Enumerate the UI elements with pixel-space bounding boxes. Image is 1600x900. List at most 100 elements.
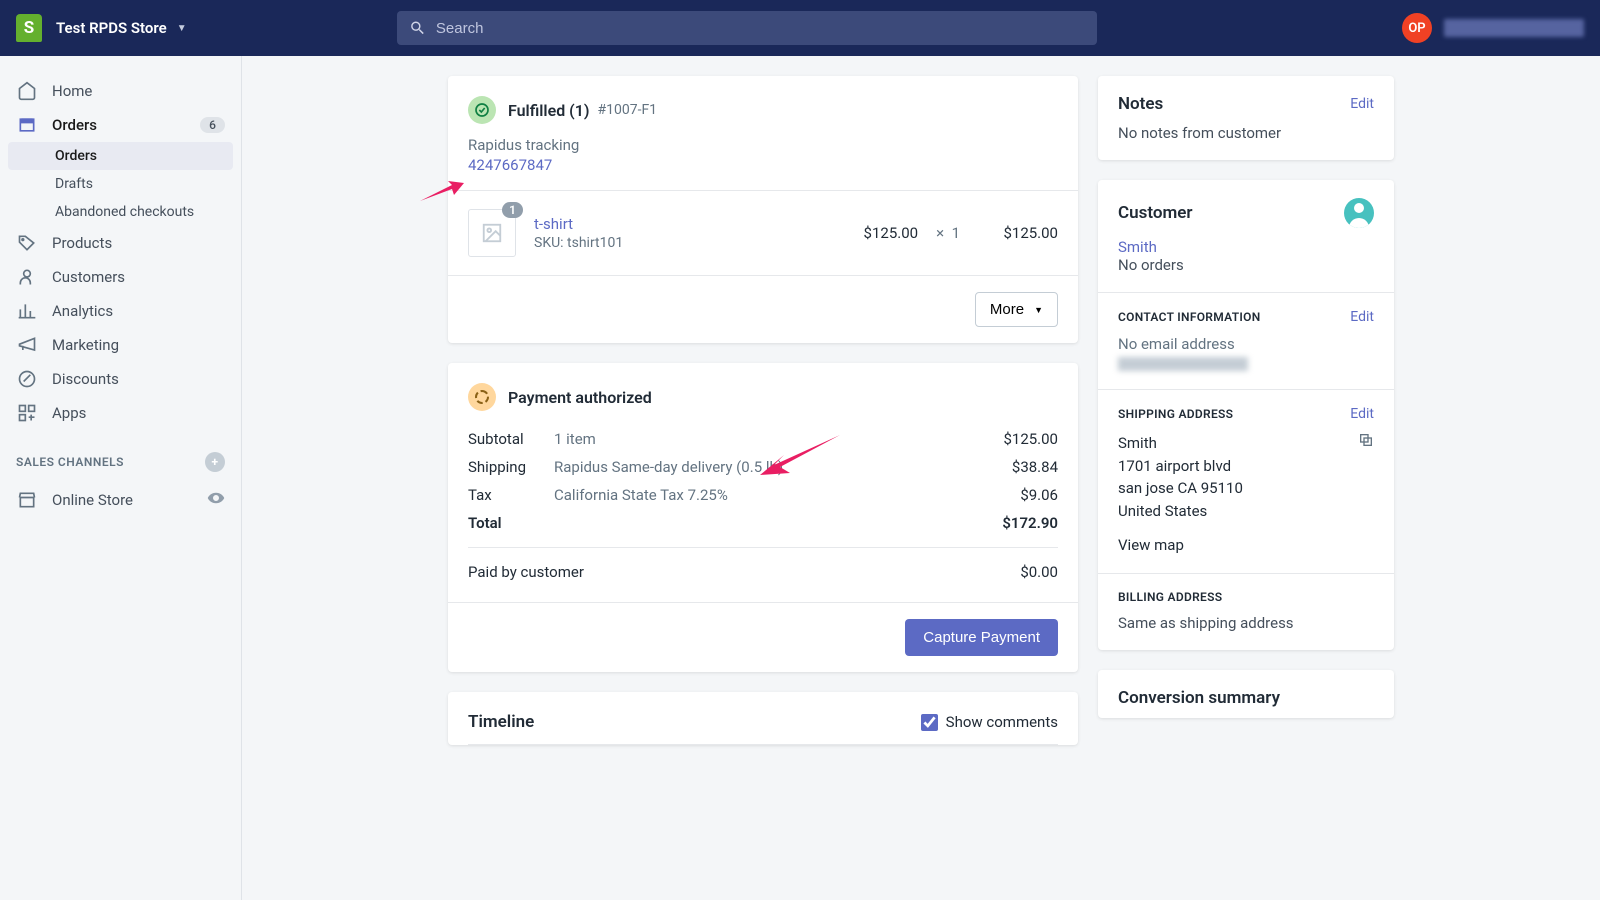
show-comments-checkbox[interactable] xyxy=(921,714,938,731)
tax-detail: California State Tax 7.25% xyxy=(554,486,968,504)
nav-orders-label: Orders xyxy=(52,116,97,134)
tag-icon xyxy=(16,233,38,253)
sales-channels-label: SALES CHANNELS xyxy=(16,455,124,469)
item-quantity: 1 xyxy=(952,224,960,242)
customer-card: Customer Smith No orders CONTACT INFORMA… xyxy=(1098,180,1394,650)
notes-card: Notes Edit No notes from customer xyxy=(1098,76,1394,160)
nav-apps[interactable]: Apps xyxy=(0,396,241,430)
chevron-down-icon: ▼ xyxy=(1034,305,1043,315)
product-thumbnail: 1 xyxy=(468,209,516,257)
store-selector[interactable]: Test RPDS Store ▼ xyxy=(56,19,187,37)
timeline-title: Timeline xyxy=(468,712,534,732)
payment-pending-icon xyxy=(468,383,496,411)
item-qty-badge: 1 xyxy=(502,202,523,218)
payment-title: Payment authorized xyxy=(508,388,652,407)
search-icon xyxy=(409,19,426,37)
tracking-number-link[interactable]: 4247667847 xyxy=(448,154,1078,190)
nav-analytics[interactable]: Analytics xyxy=(0,294,241,328)
line-item: 1 t-shirt SKU: tshirt101 $125.00 × 1 $12… xyxy=(448,190,1078,275)
orders-count-badge: 6 xyxy=(200,117,225,133)
nav-customers-label: Customers xyxy=(52,268,125,286)
ship-addr-country: United States xyxy=(1118,500,1374,523)
nav-discounts-label: Discounts xyxy=(52,370,119,388)
item-line-total: $125.00 xyxy=(978,224,1058,242)
view-map-link[interactable]: View map xyxy=(1118,534,1374,557)
edit-contact-link[interactable]: Edit xyxy=(1350,309,1374,325)
paid-label: Paid by customer xyxy=(468,563,584,581)
nav-orders[interactable]: Orders 6 xyxy=(0,108,241,142)
nav-online-store-label: Online Store xyxy=(52,491,133,509)
orders-icon xyxy=(16,115,38,135)
no-email-text: No email address xyxy=(1118,335,1374,353)
subtotal-label: Subtotal xyxy=(468,430,554,448)
fulfillment-title: Fulfilled (1) xyxy=(508,101,589,120)
billing-same-text: Same as shipping address xyxy=(1098,614,1394,650)
edit-shipping-link[interactable]: Edit xyxy=(1350,406,1374,422)
notes-title: Notes xyxy=(1118,94,1163,114)
fulfilled-status-icon xyxy=(468,96,496,124)
timeline-card: Timeline Show comments xyxy=(448,692,1078,745)
ship-addr-street: 1701 airport blvd xyxy=(1118,455,1374,478)
edit-notes-link[interactable]: Edit xyxy=(1350,96,1374,112)
store-icon xyxy=(16,490,38,510)
nav-discounts[interactable]: Discounts xyxy=(0,362,241,396)
add-channel-button[interactable]: + xyxy=(205,452,225,472)
store-name: Test RPDS Store xyxy=(56,19,167,37)
copy-address-icon[interactable] xyxy=(1358,432,1374,455)
customer-avatar-icon xyxy=(1344,198,1374,228)
shipping-label: Shipping xyxy=(468,458,554,476)
tax-amount: $9.06 xyxy=(968,486,1058,504)
nav-home-label: Home xyxy=(52,82,92,100)
contact-info-label: CONTACT INFORMATION xyxy=(1118,310,1261,324)
payment-card: Payment authorized Subtotal 1 item $125.… xyxy=(448,363,1078,672)
nav-online-store[interactable]: Online Store xyxy=(0,482,241,518)
conversion-title: Conversion summary xyxy=(1118,688,1280,708)
nav-customers[interactable]: Customers xyxy=(0,260,241,294)
subnav-orders[interactable]: Orders xyxy=(8,142,233,170)
subnav-abandoned[interactable]: Abandoned checkouts xyxy=(0,198,241,226)
view-store-icon[interactable] xyxy=(207,489,225,511)
customer-title: Customer xyxy=(1118,203,1193,223)
tax-label: Tax xyxy=(468,486,554,504)
paid-amount: $0.00 xyxy=(968,563,1058,581)
search-bar[interactable] xyxy=(397,11,1097,45)
more-actions-button[interactable]: More ▼ xyxy=(975,292,1058,327)
billing-address-label: BILLING ADDRESS xyxy=(1118,590,1222,604)
capture-payment-button[interactable]: Capture Payment xyxy=(905,619,1058,656)
nav-marketing-label: Marketing xyxy=(52,336,119,354)
show-comments-toggle[interactable]: Show comments xyxy=(921,713,1058,731)
fulfillment-card: Fulfilled (1) #1007-F1 Rapidus tracking … xyxy=(448,76,1078,343)
nav-products-label: Products xyxy=(52,234,112,252)
megaphone-icon xyxy=(16,335,38,355)
subtotal-amount: $125.00 xyxy=(968,430,1058,448)
user-avatar[interactable]: OP xyxy=(1402,13,1432,43)
home-icon xyxy=(16,81,38,101)
notes-body: No notes from customer xyxy=(1098,124,1394,160)
topbar: S Test RPDS Store ▼ OP xyxy=(0,0,1600,56)
shipping-amount: $38.84 xyxy=(968,458,1058,476)
apps-icon xyxy=(16,403,38,423)
ship-addr-city: san jose CA 95110 xyxy=(1118,477,1374,500)
subnav-drafts[interactable]: Drafts xyxy=(0,170,241,198)
product-sku: SKU: tshirt101 xyxy=(534,235,623,251)
nav-products[interactable]: Products xyxy=(0,226,241,260)
nav-apps-label: Apps xyxy=(52,404,86,422)
search-input[interactable] xyxy=(436,20,1085,37)
nav-marketing[interactable]: Marketing xyxy=(0,328,241,362)
nav-analytics-label: Analytics xyxy=(52,302,113,320)
shopify-logo-icon: S xyxy=(16,14,42,42)
user-name-redacted xyxy=(1444,19,1584,37)
item-unit-price: $125.00 xyxy=(864,224,919,242)
product-name-link[interactable]: t-shirt xyxy=(534,215,623,233)
sales-channels-header: SALES CHANNELS + xyxy=(0,430,241,482)
customer-icon xyxy=(16,267,38,287)
nav-home[interactable]: Home xyxy=(0,74,241,108)
customer-name-link[interactable]: Smith xyxy=(1118,238,1374,256)
chevron-down-icon: ▼ xyxy=(177,23,187,34)
subtotal-detail: 1 item xyxy=(554,430,968,448)
ship-addr-name: Smith xyxy=(1118,432,1374,455)
shipping-address-label: SHIPPING ADDRESS xyxy=(1118,407,1233,421)
conversion-card: Conversion summary xyxy=(1098,670,1394,718)
customer-orders-count: No orders xyxy=(1118,256,1374,274)
tracking-label: Rapidus tracking xyxy=(448,136,1078,154)
